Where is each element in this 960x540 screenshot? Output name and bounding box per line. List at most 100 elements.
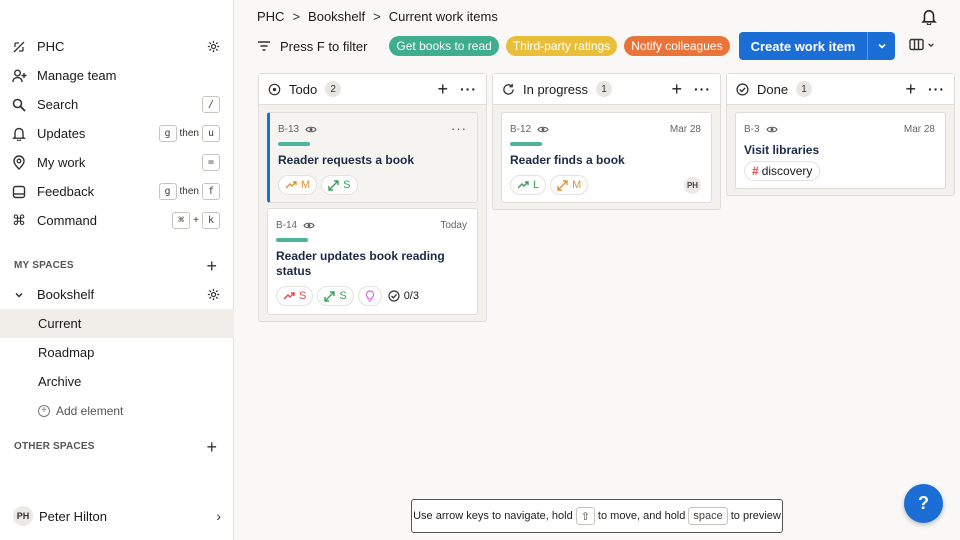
shortcut-key: k (202, 212, 220, 229)
priority-chip[interactable]: L (510, 175, 547, 195)
tag-third-party-ratings[interactable]: Third-party ratings (505, 36, 618, 56)
check-circle-icon (388, 290, 400, 302)
lightbulb-icon (365, 290, 374, 302)
nav-my-work[interactable]: My work = (0, 148, 234, 177)
help-button[interactable]: ? (904, 484, 943, 523)
card-menu-icon[interactable]: ··· (451, 121, 467, 136)
card-b3[interactable]: B-3 Mar 28 Visit libraries # discovery (735, 112, 946, 189)
workspace-settings-icon[interactable] (207, 40, 220, 53)
chevron-down-icon (877, 43, 886, 49)
shortcut-key: f (202, 183, 220, 200)
space-item-archive[interactable]: Archive (0, 367, 234, 396)
checklist-chip[interactable]: 0/3 (385, 286, 421, 306)
card-date: Mar 28 (903, 124, 935, 135)
add-user-icon (11, 68, 27, 84)
card-title: Reader finds a book (510, 153, 625, 167)
breadcrumb-current: Current work items (388, 9, 498, 24)
shortcut-key: g (158, 183, 177, 200)
space-item-label: Roadmap (38, 345, 95, 360)
nav-search[interactable]: Search / (0, 90, 234, 119)
size-chip[interactable]: S (321, 175, 358, 195)
assignee-avatar[interactable]: PH (684, 177, 701, 194)
more-icon[interactable]: ··· (460, 81, 477, 97)
add-card-icon[interactable]: + (671, 80, 682, 98)
add-space-icon[interactable]: + (206, 257, 217, 275)
sidebar: PHC Manage team Search / Updates g then … (0, 0, 234, 540)
column-in-progress: In progress 1 + ··· B-12 Mar 28 Reader f… (492, 73, 721, 210)
space-name: Bookshelf (37, 287, 95, 302)
trend-up-icon (285, 181, 297, 189)
card-title: Reader requests a book (278, 153, 415, 167)
add-card-icon[interactable]: + (905, 80, 916, 98)
card-b12[interactable]: B-12 Mar 28 Reader finds a book L M PH (501, 112, 712, 203)
other-spaces-title: OTHER SPACES (14, 441, 95, 452)
column-todo: Todo 2 + ··· B-13 ··· Reader requests a … (258, 73, 487, 322)
filter-icon (258, 41, 270, 51)
card-key: B-12 (510, 124, 532, 135)
tag-notify-colleagues[interactable]: Notify colleagues (624, 36, 730, 56)
user-profile-row[interactable]: PH Peter Hilton › (0, 502, 234, 530)
breadcrumb-workspace[interactable]: PHC (257, 9, 284, 24)
nav-label: Manage team (37, 68, 117, 83)
card-key: B-13 (278, 124, 300, 135)
size-chip[interactable]: S (317, 286, 354, 306)
eye-icon (765, 126, 778, 133)
more-icon[interactable]: ··· (928, 81, 945, 97)
progress-bar (278, 142, 310, 146)
toolbar: Press F to filter Get books to read Thir… (257, 33, 737, 59)
size-chip[interactable]: M (550, 175, 589, 195)
column-header: In progress 1 + ··· (493, 74, 720, 105)
create-dropdown-button[interactable] (868, 32, 895, 60)
workspace-name: PHC (37, 39, 65, 54)
column-count: 2 (325, 81, 342, 97)
view-switcher-button[interactable] (909, 38, 935, 51)
column-header: Done 1 + ··· (727, 74, 954, 105)
create-work-item-button[interactable]: Create work item (739, 32, 868, 60)
discovery-tag[interactable]: # discovery (744, 161, 821, 181)
notifications-bell-icon[interactable] (921, 8, 937, 28)
user-name: Peter Hilton (39, 508, 107, 524)
priority-chip[interactable]: S (276, 286, 314, 306)
more-icon[interactable]: ··· (694, 81, 711, 97)
column-title: In progress (523, 81, 589, 97)
priority-chip[interactable]: M (278, 175, 318, 195)
nav-command[interactable]: ⌘ Command ⌘ + k (0, 206, 234, 235)
column-header: Todo 2 + ··· (259, 74, 486, 105)
expand-icon (328, 179, 339, 191)
space-item-label: Current (38, 316, 82, 331)
keyboard-hint: Use arrow keys to navigate, hold ⇧ to mo… (411, 499, 783, 533)
card-b14[interactable]: B-14 Today Reader updates book reading s… (267, 208, 478, 315)
search-icon (11, 97, 27, 113)
columns-icon (909, 38, 924, 51)
breadcrumb-separator: > (373, 9, 381, 24)
space-bookshelf[interactable]: Bookshelf (0, 280, 234, 309)
command-icon: ⌘ (12, 212, 26, 228)
filter-button[interactable]: Press F to filter (257, 39, 367, 54)
add-card-icon[interactable]: + (437, 80, 448, 98)
shift-key: ⇧ (575, 507, 595, 525)
tag-get-books[interactable]: Get books to read (389, 36, 499, 56)
idea-chip[interactable] (357, 286, 382, 306)
breadcrumb-separator: > (292, 9, 301, 24)
workspace-row[interactable]: PHC (0, 32, 234, 61)
add-element-row[interactable]: + Add element (0, 396, 234, 425)
space-settings-icon[interactable] (207, 288, 220, 301)
card-b13[interactable]: B-13 ··· Reader requests a book M S (267, 112, 478, 203)
workspace-logo-icon (11, 39, 27, 55)
card-date: Mar 28 (669, 124, 701, 135)
feedback-icon (11, 184, 27, 200)
nav-updates[interactable]: Updates g then u (0, 119, 234, 148)
todo-status-icon (268, 83, 281, 96)
add-circle-icon: + (38, 404, 50, 417)
nav-label: Search (37, 97, 79, 112)
space-item-roadmap[interactable]: Roadmap (0, 338, 234, 367)
my-spaces-title: MY SPACES (14, 260, 74, 271)
space-item-current[interactable]: Current (0, 309, 234, 338)
add-element-label: Add element (56, 403, 124, 418)
breadcrumb-space[interactable]: Bookshelf (308, 9, 365, 24)
column-count: 1 (796, 81, 813, 97)
add-other-space-icon[interactable]: + (206, 438, 217, 456)
chevron-down-icon[interactable] (11, 287, 27, 303)
nav-manage-team[interactable]: Manage team (0, 61, 234, 90)
nav-feedback[interactable]: Feedback g then f (0, 177, 234, 206)
